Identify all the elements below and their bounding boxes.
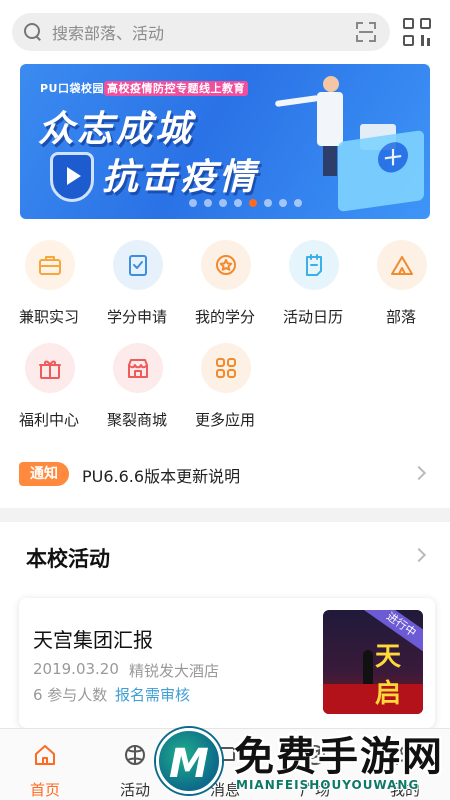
carousel-dot[interactable] [188,199,197,207]
grid-item[interactable]: 我的学分 [180,236,270,336]
tab-item[interactable]: 首页 [0,729,90,800]
carousel-dot[interactable] [203,199,212,207]
banner-tagline-highlight: 高校疫情防控专题线上教育 [104,81,248,96]
grid-item[interactable]: 部落 [356,236,446,336]
grid-item[interactable]: 更多应用 [180,339,270,439]
home-icon [33,743,57,767]
grid-item[interactable]: 福利中心 [4,339,94,439]
grid-item-label: 更多应用 [194,411,255,429]
section-divider [0,508,450,522]
watermark: 免费手游网 MIANFEISHOUYOUWANG [150,722,450,800]
carousel-indicator[interactable] [20,199,430,207]
carousel-dot[interactable] [263,199,272,207]
tent-icon [377,240,427,290]
promo-banner[interactable]: PU口袋校园 高校疫情防控专题线上教育 众志成城 抗击疫情 [20,64,430,219]
grid-item[interactable]: 兼职实习 [4,236,94,336]
notice-text[interactable]: PU6.6.6版本更新说明 [82,463,240,487]
banner-headline-1: 众志成城 [38,109,195,150]
search-input[interactable]: 搜索部落、活动 [12,13,390,51]
activity-icon [123,743,147,767]
grid-item-label: 兼职实习 [18,308,79,326]
carousel-dot[interactable] [248,199,257,207]
section-title: 本校活动 [26,547,110,571]
briefcase-icon [25,240,75,290]
top-bar: 搜索部落、活动 [0,0,450,62]
carousel-dot[interactable] [218,199,227,207]
banner-tagline: PU口袋校园 高校疫情防控专题线上教育 [40,80,248,96]
grid-item-label: 我的学分 [194,308,255,326]
chevron-right-icon[interactable] [411,465,427,481]
notice-bar[interactable]: 通知 PU6.6.6版本更新说明 [0,450,450,496]
store-icon [113,343,163,393]
gift-icon [25,343,75,393]
scan-icon[interactable] [356,22,376,42]
section-more-chevron-icon[interactable] [411,547,427,563]
star-badge-icon [201,240,251,290]
activity-place: 精锐发大酒店 [129,662,220,680]
watermark-logo [156,728,222,794]
watermark-title: 免费手游网 [234,734,444,780]
carousel-dot[interactable] [233,199,242,207]
activity-thumbnail[interactable]: 天启 进行中 [323,610,423,714]
activity-card[interactable]: 天宫集团汇报 2019.03.20 精锐发大酒店 6 参与人数 报名需审核 天启… [19,598,435,728]
banner-headline-2: 抗击疫情 [102,157,259,198]
thumbnail-text: 天启 [375,642,402,709]
grid-item-label: 活动日历 [282,308,343,326]
shield-play-icon [50,152,94,202]
qr-code-icon[interactable] [403,18,431,46]
carousel-dot[interactable] [278,199,287,207]
activity-title: 天宫集团汇报 [33,628,153,652]
activity-status: 报名需审核 [115,686,191,704]
search-icon [24,23,42,41]
tab-label: 首页 [29,781,60,799]
grid-item-label: 聚裂商城 [106,411,167,429]
grid-item-label: 部落 [385,308,416,326]
search-placeholder: 搜索部落、活动 [52,24,165,43]
checklist-icon [113,240,163,290]
apps-grid-icon [201,343,251,393]
grid-item[interactable]: 学分申请 [92,236,182,336]
activity-date: 2019.03.20 [33,660,119,678]
banner-tagline-prefix: PU口袋校园 [40,82,104,95]
grid-item-label: 学分申请 [106,308,167,326]
grid-item[interactable]: 聚裂商城 [92,339,182,439]
grid-item[interactable]: 活动日历 [268,236,358,336]
carousel-dot[interactable] [293,199,302,207]
notice-badge: 通知 [19,462,69,486]
activity-participants: 6 参与人数 [33,686,108,704]
calendar-icon [289,240,339,290]
grid-item-label: 福利中心 [18,411,79,429]
watermark-subtitle: MIANFEISHOUYOUWANG [236,778,420,792]
